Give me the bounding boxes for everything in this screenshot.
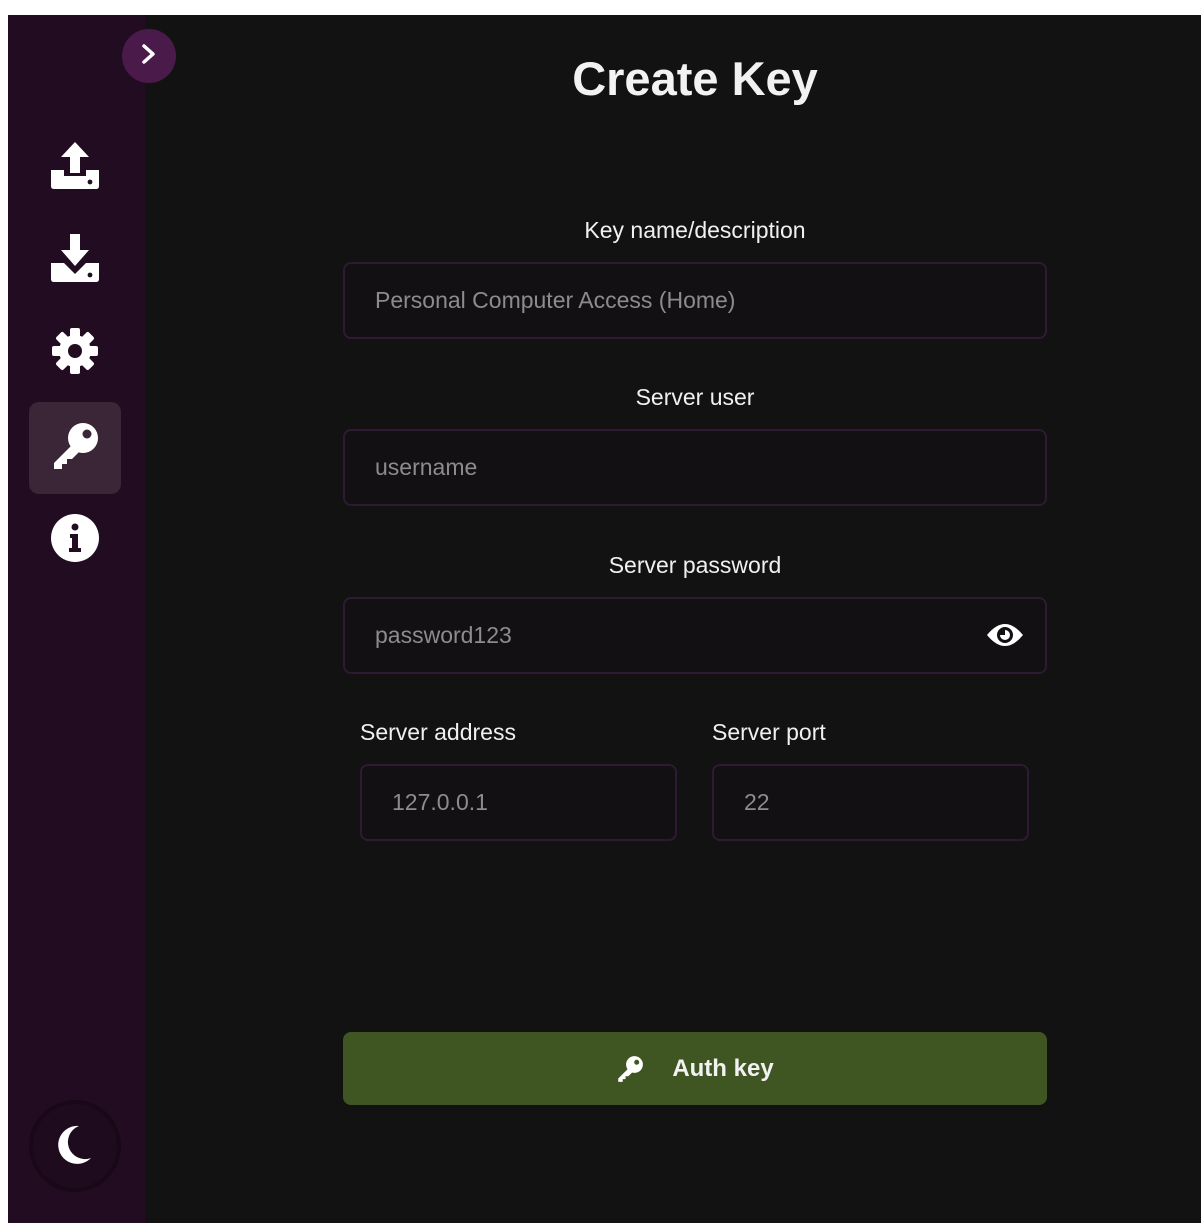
server-address-label: Server address (360, 719, 516, 745)
sidebar-item-keys[interactable] (29, 402, 121, 494)
gear-icon (51, 327, 99, 380)
key-icon (50, 421, 100, 476)
sidebar (8, 15, 145, 1223)
sidebar-item-upload[interactable] (29, 121, 121, 213)
main-content: Create Key Key name/description Server u… (145, 15, 1201, 1223)
server-password-field (343, 597, 1047, 674)
server-user-label: Server user (635, 384, 755, 410)
key-name-input[interactable] (345, 264, 1045, 337)
server-user-field (343, 429, 1047, 506)
key-icon (616, 1055, 644, 1083)
sidebar-item-download[interactable] (29, 214, 121, 306)
key-name-field (343, 262, 1047, 339)
auth-key-button-label: Auth key (672, 1054, 774, 1082)
key-name-label: Key name/description (584, 217, 806, 243)
server-password-label: Server password (608, 552, 782, 578)
eye-icon (986, 621, 1024, 654)
info-icon (51, 513, 99, 567)
upload-icon (51, 140, 99, 195)
server-address-field (360, 764, 677, 841)
server-port-input[interactable] (714, 766, 1027, 839)
moon-icon (57, 1124, 93, 1169)
server-password-input[interactable] (345, 599, 1045, 672)
auth-key-button[interactable]: Auth key (343, 1032, 1047, 1105)
sidebar-item-settings[interactable] (29, 307, 121, 399)
theme-toggle-button[interactable] (29, 1100, 121, 1192)
chevron-right-icon (141, 43, 157, 70)
server-user-input[interactable] (345, 431, 1045, 504)
download-icon (51, 233, 99, 288)
sidebar-item-info[interactable] (29, 494, 121, 586)
app-window: Create Key Key name/description Server u… (8, 15, 1201, 1223)
page-title: Create Key (572, 52, 818, 105)
sidebar-expand-button[interactable] (122, 29, 176, 83)
server-port-field (712, 764, 1029, 841)
server-port-label: Server port (712, 719, 826, 745)
server-address-input[interactable] (362, 766, 675, 839)
show-password-button[interactable] (987, 619, 1023, 655)
